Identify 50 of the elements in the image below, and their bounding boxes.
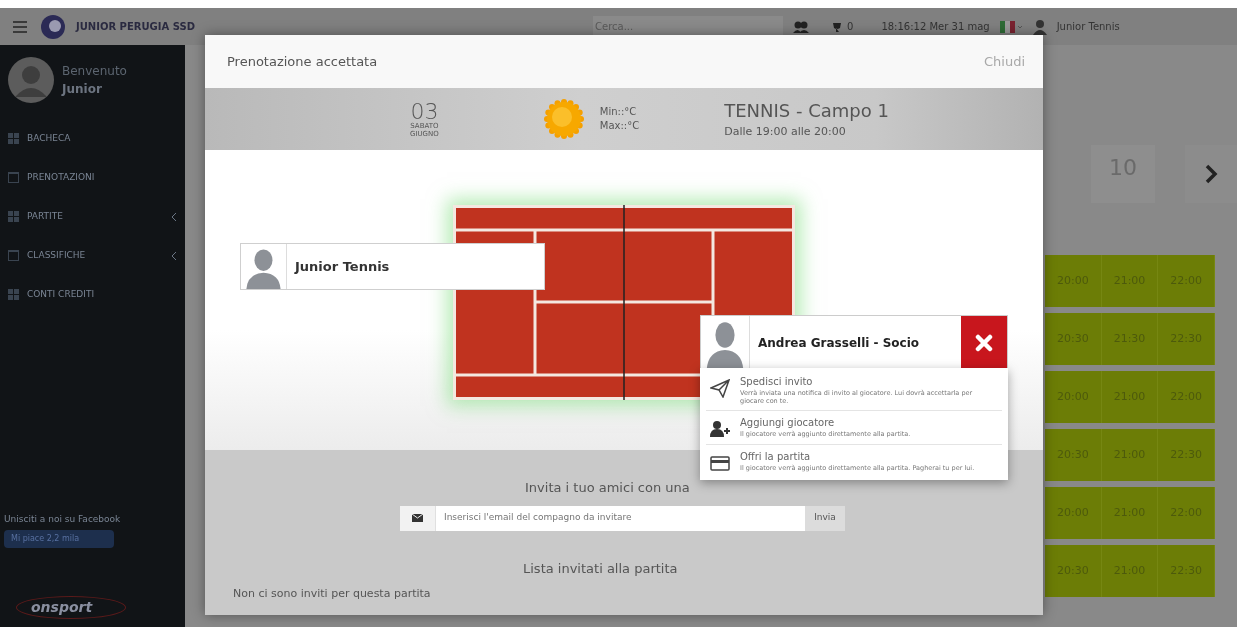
sidebar-item[interactable]: CONTI CREDITI <box>0 275 185 314</box>
invite-prompt: Invita i tuo amici con una <box>525 479 690 497</box>
sidebar-item[interactable]: CLASSIFICHE <box>0 236 185 275</box>
users-icon[interactable] <box>793 19 809 34</box>
max-temperature: Max::°C <box>599 119 640 133</box>
email-field[interactable]: Inserisci l'email del compagno da invitare Invia <box>400 505 845 531</box>
user-name[interactable]: Junior Tennis <box>1056 19 1120 34</box>
logo-icon <box>40 13 66 40</box>
menu-item-icon <box>8 211 19 222</box>
player-card[interactable]: Junior Tennis <box>240 243 545 290</box>
notification-count: 0 <box>847 20 854 34</box>
menu-item-icon <box>8 172 19 183</box>
list-title: Lista invitati alla partita <box>523 559 678 578</box>
chevron-right-icon <box>1204 164 1218 184</box>
greeting-text: Benvenuto <box>62 63 127 80</box>
day-number: 03 <box>410 100 439 124</box>
clock-text: 18:16:12 Mer 31 mag <box>881 20 990 34</box>
player-name: Junior Tennis <box>286 244 390 289</box>
option-title: Aggiungi giocatore <box>740 416 836 431</box>
envelope-icon <box>412 514 423 522</box>
min-temperature: Min::°C <box>599 105 638 119</box>
close-link[interactable]: Chiudi <box>983 51 1025 72</box>
like-button[interactable]: Mi piace 2,2 mila <box>4 530 114 548</box>
close-icon <box>975 333 993 352</box>
sidebar-item[interactable]: BACHECA <box>0 119 185 158</box>
sun-icon <box>543 99 584 139</box>
option-title: Offri la partita <box>740 450 812 465</box>
avatar-icon <box>8 57 54 103</box>
cup-icon[interactable] <box>831 20 843 33</box>
option-icon <box>710 420 730 440</box>
facebook-text: Unisciti a noi su Facebook <box>3 512 122 526</box>
send-button[interactable]: Invia <box>805 505 845 531</box>
sidebar-item[interactable]: PARTITE <box>0 197 185 236</box>
modal-title: Prenotazione accettata <box>227 52 378 71</box>
user-name: Junior <box>62 81 103 98</box>
invitee-card[interactable]: Andrea Grasselli - Socio <box>700 315 1008 370</box>
option-icon <box>710 454 730 474</box>
user-icon[interactable] <box>1032 18 1047 35</box>
court-title: TENNIS - Campo 1 <box>724 99 889 124</box>
menu-item-icon <box>8 133 19 144</box>
time-range: Dalle 19:00 alle 20:00 <box>724 124 847 141</box>
empty-list-text: Non ci sono inviti per questa partita <box>233 586 431 602</box>
menu-item-icon <box>8 289 19 300</box>
brand-name: JUNIOR PERUGIA SSD <box>76 20 195 34</box>
option-icon <box>710 379 730 398</box>
flag-icon[interactable] <box>999 20 1023 33</box>
remove-button[interactable] <box>961 316 1007 369</box>
sidebar-item[interactable]: PRENOTAZIONI <box>0 158 185 197</box>
menu-item-icon <box>8 250 19 261</box>
option-title: Spedisci invito <box>740 375 814 389</box>
